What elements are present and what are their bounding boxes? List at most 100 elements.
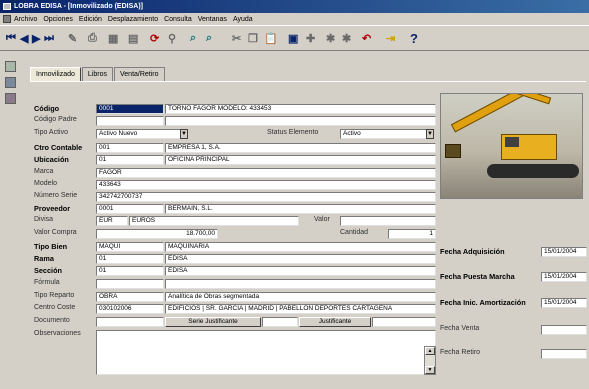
ubicacion-description-field[interactable]: OFICINA PRINCIPAL [165,155,436,165]
previous-record-icon[interactable]: ◀ [20,31,28,46]
print-icon[interactable]: ⎙ [88,31,97,46]
divisa-label: Divisa [34,216,54,223]
fecha-puesta-marcha-field[interactable]: 15/01/2004 [541,272,587,282]
marca-field[interactable]: FAGOR [96,168,436,178]
next-record-icon[interactable]: ▶ [32,31,40,46]
tab-strip: Inmovilizado Libros Venta/Retiro [30,67,166,82]
menu-bar: Archivo Opciones Edición Desplazamiento … [0,13,589,25]
menu-consulta[interactable]: Consulta [164,16,192,23]
menu-ayuda[interactable]: Ayuda [233,16,253,23]
tipo-reparto-description-field[interactable]: Analítica de Obras segmentada [165,292,436,302]
modelo-field[interactable]: 433643 [96,180,436,190]
codigo-description-field[interactable]: TORNO FAGOR MODELO: 433453 [165,104,436,114]
formula-field[interactable] [96,279,164,289]
document-icon[interactable] [3,15,11,23]
window-title: LOBRA EDISA - [Inmovilizado (EDISA)] [14,3,143,10]
status-elemento-select[interactable]: Activo [340,129,428,139]
formula-description-field[interactable] [165,279,436,289]
ctro-contable-description-field[interactable]: EMPRESA 1, S.A. [165,143,436,153]
menu-opciones[interactable]: Opciones [43,16,73,23]
ubicacion-label: Ubicación [34,155,69,164]
refresh-icon[interactable]: ⟳ [150,31,159,46]
rama-description-field[interactable]: EDISA [165,254,436,264]
status-elemento-dropdown-icon[interactable]: ▼ [426,129,434,139]
help-icon[interactable]: ? [410,31,418,46]
justificante-field[interactable] [372,317,436,327]
observaciones-textarea[interactable] [96,330,436,375]
edit-icon[interactable]: ✎ [68,31,77,46]
query-icon[interactable]: ⌕ [206,31,212,46]
tab-venta-retiro[interactable]: Venta/Retiro [114,67,165,81]
valor-compra-field[interactable]: 18.700,00 [96,229,218,239]
insert-icon[interactable]: ✱ [326,31,335,46]
menu-archivo[interactable]: Archivo [14,16,37,23]
menu-desplazamiento[interactable]: Desplazamiento [108,16,158,23]
form-icon[interactable] [5,77,16,88]
numero-serie-label: Número Serie [34,192,78,199]
seccion-description-field[interactable]: EDISA [165,266,436,276]
app-icon [3,3,11,10]
search-icon[interactable]: ⌕ [190,31,196,46]
observaciones-scrollbar[interactable]: ▲ ▼ [424,346,436,375]
proveedor-field[interactable]: 0001 [96,204,164,214]
fecha-venta-field[interactable] [541,325,587,335]
delete-icon[interactable]: ✱ [342,31,351,46]
cantidad-field[interactable]: 1 [388,229,436,239]
tipo-bien-description-field[interactable]: MAQUINARIA [165,242,436,252]
toolbar: ⏮ ◀ ▶ ⏭ ✎ ⎙ ▦ ▤ ⟳ ⚲ ⌕ ⌕ ✂ ❐ 📋 ▣ ✚ ✱ ✱ ↶ … [0,25,589,51]
exit-icon[interactable]: ⇥ [386,31,395,46]
scroll-up-icon[interactable]: ▲ [425,347,435,355]
centro-coste-field[interactable]: 030102006 [96,304,164,314]
ctro-contable-field[interactable]: 001 [96,143,164,153]
save-icon[interactable]: ▣ [288,31,298,46]
centro-coste-description-field[interactable]: EDIFICIOS | SR. GARCIA | MADRID | PABELL… [165,304,436,314]
menu-edicion[interactable]: Edición [79,16,102,23]
menu-ventanas[interactable]: Ventanas [198,16,227,23]
ubicacion-field[interactable]: 01 [96,155,164,165]
record-icon[interactable] [5,93,16,104]
justificante-button[interactable]: Justificante [299,317,371,327]
serie-justificante-button[interactable]: Serie Justificante [165,317,261,327]
grid-icon[interactable]: ▦ [108,31,118,46]
tipo-bien-field[interactable]: MAQUI [96,242,164,252]
fecha-adquisicion-field[interactable]: 15/01/2004 [541,247,587,257]
divisa-description-field[interactable]: EUROS [129,216,299,226]
form-panel: Inmovilizado Libros Venta/Retiro Código … [22,51,589,389]
asset-photo [440,93,583,199]
tab-inmovilizado[interactable]: Inmovilizado [30,67,81,82]
codigo-padre-description-field[interactable] [165,116,436,126]
paste-icon[interactable]: 📋 [264,31,278,46]
marca-label: Marca [34,168,54,175]
last-record-icon[interactable]: ⏭ [44,31,54,46]
table-icon[interactable]: ▤ [128,31,138,46]
cantidad-label: Cantidad [340,229,369,236]
fecha-adquisicion-label: Fecha Adquisición [440,247,505,256]
valor-field[interactable] [340,216,436,226]
new-record-icon[interactable]: ✚ [306,31,315,46]
documento-field[interactable] [96,317,164,327]
filter-icon[interactable]: ⚲ [168,31,176,46]
divisa-field[interactable]: EUR [96,216,128,226]
undo-icon[interactable]: ↶ [362,31,371,46]
pencil-icon[interactable] [5,61,16,72]
copy-icon[interactable]: ❐ [248,31,258,46]
tipo-activo-select[interactable]: Activo Nuevo [96,129,182,139]
codigo-padre-field[interactable] [96,116,164,126]
rama-field[interactable]: 01 [96,254,164,264]
fecha-retiro-field[interactable] [541,349,587,359]
tab-libros[interactable]: Libros [81,67,113,81]
codigo-field[interactable]: 0001 [96,104,164,114]
proveedor-description-field[interactable]: BERMAIN, S.L. [165,204,436,214]
serie-justificante-field[interactable] [262,317,298,327]
seccion-field[interactable]: 01 [96,266,164,276]
fecha-inic-amortizacion-field[interactable]: 15/01/2004 [541,298,587,308]
tipo-reparto-field[interactable]: OBRA [96,292,164,302]
observaciones-label: Observaciones [34,330,81,337]
numero-serie-field[interactable]: 342742700737 [96,192,436,202]
cut-icon[interactable]: ✂ [232,31,241,46]
scroll-down-icon[interactable]: ▼ [425,366,435,374]
valor-label: Valor [314,216,330,223]
first-record-icon[interactable]: ⏮ [6,31,16,46]
tipo-activo-dropdown-icon[interactable]: ▼ [180,129,188,139]
excavator-arm [514,94,552,105]
